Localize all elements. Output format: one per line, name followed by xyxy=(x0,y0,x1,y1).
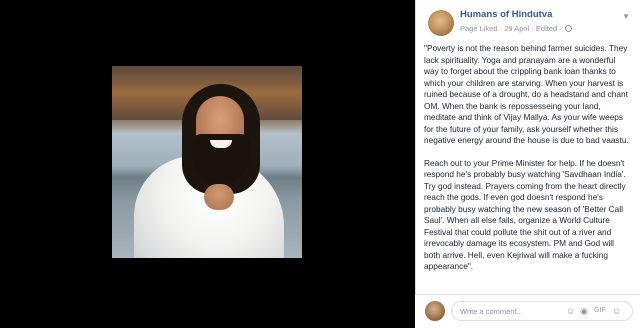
emoji-icon[interactable]: ☺ xyxy=(566,306,575,316)
options-chevron-down-icon[interactable]: ▼ xyxy=(622,12,630,21)
post-header: Humans of Hindutva Page Liked · 29 April… xyxy=(416,0,640,40)
photo-hand xyxy=(204,184,234,210)
post-photo[interactable] xyxy=(112,66,302,258)
user-avatar xyxy=(425,301,445,321)
comment-bar: Write a comment... ☺ ◉ GIF ☺ xyxy=(415,294,640,328)
post-meta: Page Liked · 29 April · Edited · xyxy=(460,24,572,33)
post-paragraph-2: Reach out to your Prime Minister for hel… xyxy=(424,157,626,272)
post-body: "Poverty is not the reason behind farmer… xyxy=(424,43,632,284)
page-liked-label[interactable]: Page Liked xyxy=(460,24,498,33)
page-avatar[interactable] xyxy=(428,10,454,36)
gif-icon[interactable]: GIF xyxy=(594,307,606,314)
sticker-icon[interactable]: ☺ xyxy=(612,306,621,316)
edited-label[interactable]: Edited xyxy=(536,24,557,33)
post-date[interactable]: 29 April xyxy=(504,24,529,33)
comment-placeholder: Write a comment... xyxy=(460,307,523,316)
globe-icon xyxy=(564,25,572,32)
post-paragraph-1: "Poverty is not the reason behind farmer… xyxy=(424,43,629,145)
page-name-link[interactable]: Humans of Hindutva xyxy=(460,9,552,20)
photo-viewer xyxy=(0,0,415,328)
comment-input[interactable]: Write a comment... ☺ ◉ GIF ☺ xyxy=(451,301,633,321)
camera-icon[interactable]: ◉ xyxy=(580,306,588,317)
